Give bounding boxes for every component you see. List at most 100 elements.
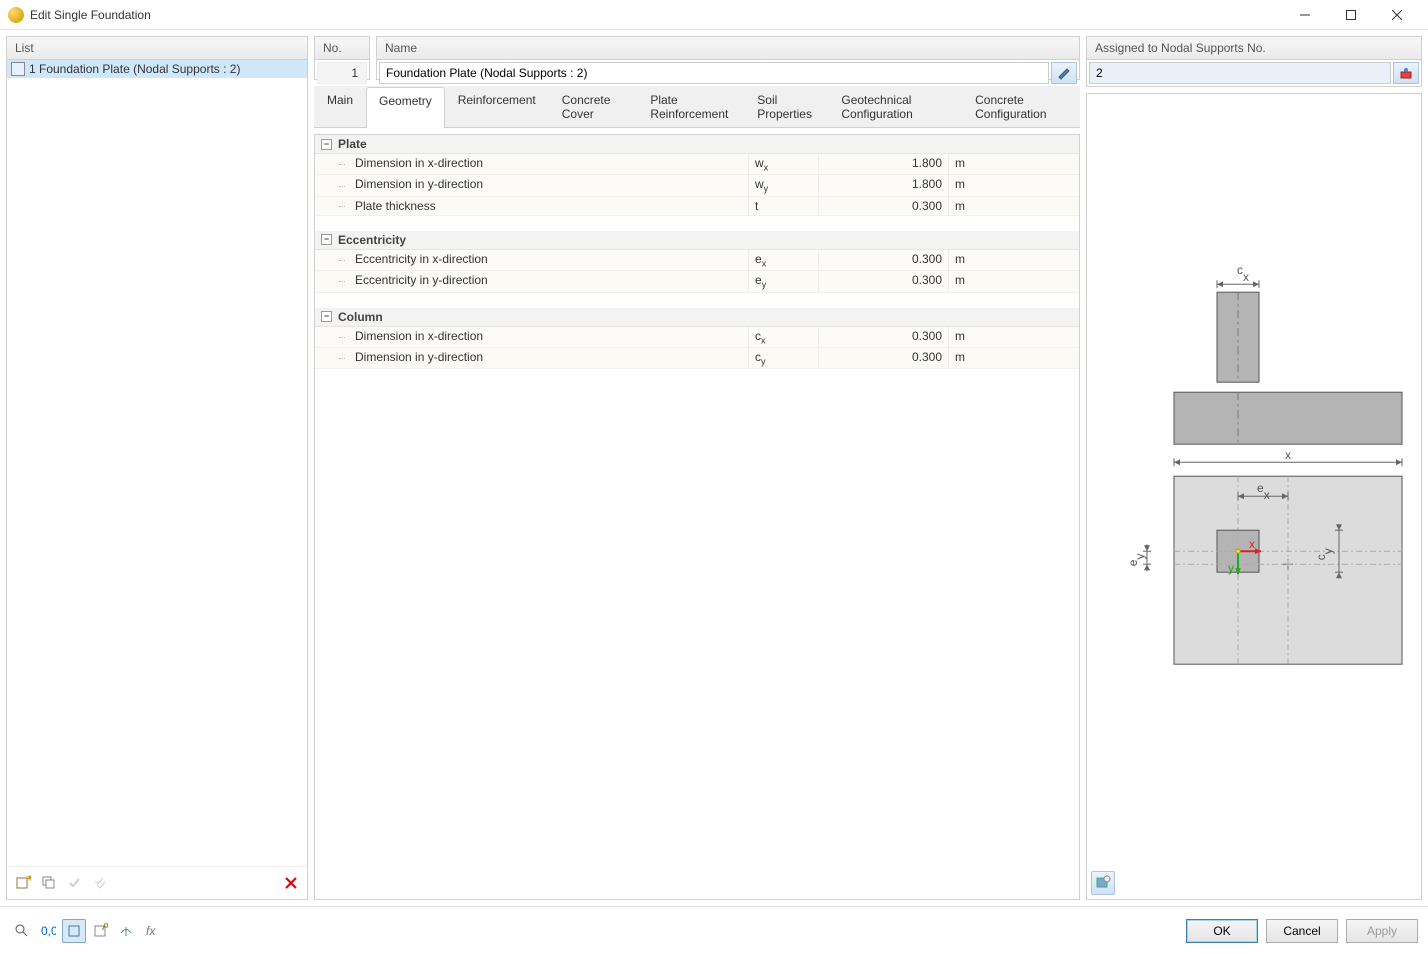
property-value[interactable]: 0.300 bbox=[819, 348, 949, 368]
property-symbol: ex bbox=[749, 250, 819, 270]
units-button[interactable]: 0,00 bbox=[36, 919, 60, 943]
property-label: Dimension in x-direction bbox=[315, 154, 749, 174]
property-unit: m bbox=[949, 327, 1079, 347]
property-value[interactable]: 1.800 bbox=[819, 154, 949, 174]
view-3-button[interactable] bbox=[114, 919, 138, 943]
svg-text:✶: ✶ bbox=[25, 875, 31, 885]
apply-button[interactable]: Apply bbox=[1346, 919, 1418, 943]
property-unit: m bbox=[949, 250, 1079, 270]
property-value[interactable]: 0.300 bbox=[819, 271, 949, 291]
maximize-button[interactable] bbox=[1328, 0, 1374, 30]
property-value[interactable]: 1.800 bbox=[819, 175, 949, 195]
list-item-icon bbox=[11, 62, 25, 76]
property-grid: −PlateDimension in x-directionwx1.800mDi… bbox=[314, 134, 1080, 900]
list-item-label: 1 Foundation Plate (Nodal Supports : 2) bbox=[29, 62, 240, 76]
list-panel: List 1 Foundation Plate (Nodal Supports … bbox=[6, 36, 308, 900]
list-toolbar: ✶ bbox=[7, 866, 307, 899]
no-value: 1 bbox=[317, 62, 367, 84]
group-header[interactable]: −Column bbox=[315, 308, 1079, 327]
app-icon bbox=[8, 7, 24, 23]
preview-settings-button[interactable] bbox=[1091, 871, 1115, 895]
group-header[interactable]: −Eccentricity bbox=[315, 231, 1079, 250]
property-value[interactable]: 0.300 bbox=[819, 250, 949, 270]
property-unit: m bbox=[949, 175, 1079, 195]
fx-button[interactable]: fx bbox=[140, 919, 164, 943]
property-row[interactable]: Eccentricity in y-directioney0.300m bbox=[315, 271, 1079, 292]
collapse-icon: − bbox=[321, 139, 332, 150]
new-button[interactable]: ✶ bbox=[11, 871, 35, 895]
name-input[interactable] bbox=[379, 62, 1049, 84]
view-1-button[interactable] bbox=[62, 919, 86, 943]
preview-panel: cx t x bbox=[1086, 93, 1422, 900]
copy-button[interactable] bbox=[37, 871, 61, 895]
group-title: Plate bbox=[338, 137, 367, 151]
svg-text:x: x bbox=[1249, 537, 1255, 551]
minimize-button[interactable] bbox=[1282, 0, 1328, 30]
tab-main[interactable]: Main bbox=[314, 86, 366, 127]
ok-button[interactable]: OK bbox=[1186, 919, 1258, 943]
property-row[interactable]: Plate thicknesst0.300m bbox=[315, 197, 1079, 216]
footer: 0,00 A fx OK Cancel Apply bbox=[0, 906, 1428, 954]
property-row[interactable]: Dimension in y-directioncy0.300m bbox=[315, 348, 1079, 369]
edit-name-button[interactable] bbox=[1051, 62, 1077, 84]
mid-panel: No. 1 Name Main Geometry Reinforcement C… bbox=[314, 36, 1080, 900]
property-symbol: t bbox=[749, 197, 819, 215]
property-row[interactable]: Eccentricity in x-directionex0.300m bbox=[315, 250, 1079, 271]
pick-supports-button[interactable] bbox=[1393, 62, 1419, 84]
tab-row: Main Geometry Reinforcement Concrete Cov… bbox=[314, 86, 1080, 128]
assigned-group: Assigned to Nodal Supports No. bbox=[1086, 36, 1422, 87]
property-unit: m bbox=[949, 154, 1079, 174]
collapse-icon: − bbox=[321, 234, 332, 245]
name-label: Name bbox=[377, 37, 1079, 60]
property-symbol: wy bbox=[749, 175, 819, 195]
property-label: Dimension in y-direction bbox=[315, 348, 749, 368]
property-label: Plate thickness bbox=[315, 197, 749, 215]
property-unit: m bbox=[949, 271, 1079, 291]
svg-text:x: x bbox=[1285, 448, 1291, 462]
property-value[interactable]: 0.300 bbox=[819, 197, 949, 215]
property-symbol: cy bbox=[749, 348, 819, 368]
assigned-label: Assigned to Nodal Supports No. bbox=[1087, 37, 1421, 60]
list-item[interactable]: 1 Foundation Plate (Nodal Supports : 2) bbox=[7, 60, 307, 78]
close-button[interactable] bbox=[1374, 0, 1420, 30]
foundation-diagram: cx t x bbox=[1099, 256, 1409, 686]
right-panel: Assigned to Nodal Supports No. cx bbox=[1086, 36, 1422, 900]
property-symbol: wx bbox=[749, 154, 819, 174]
svg-text:fx: fx bbox=[146, 924, 156, 938]
assigned-input[interactable] bbox=[1089, 62, 1391, 84]
property-value[interactable]: 0.300 bbox=[819, 327, 949, 347]
svg-text:y: y bbox=[1405, 568, 1409, 574]
tab-reinforcement[interactable]: Reinforcement bbox=[445, 86, 549, 127]
tab-concrete-cover[interactable]: Concrete Cover bbox=[549, 86, 638, 127]
svg-text:y: y bbox=[1228, 561, 1234, 575]
group-title: Column bbox=[338, 310, 383, 324]
property-unit: m bbox=[949, 197, 1079, 215]
list-body: 1 Foundation Plate (Nodal Supports : 2) bbox=[7, 60, 307, 866]
cancel-button[interactable]: Cancel bbox=[1266, 919, 1338, 943]
titlebar: Edit Single Foundation bbox=[0, 0, 1428, 30]
property-symbol: cx bbox=[749, 327, 819, 347]
svg-text:A: A bbox=[102, 923, 108, 933]
view-2-button[interactable]: A bbox=[88, 919, 112, 943]
tab-soil-properties[interactable]: Soil Properties bbox=[744, 86, 828, 127]
group-header[interactable]: −Plate bbox=[315, 135, 1079, 154]
svg-text:cx: cx bbox=[1237, 263, 1249, 284]
property-row[interactable]: Dimension in x-directionwx1.800m bbox=[315, 154, 1079, 175]
property-row[interactable]: Dimension in x-directioncx0.300m bbox=[315, 327, 1079, 348]
property-symbol: ey bbox=[749, 271, 819, 291]
check-button bbox=[63, 871, 87, 895]
svg-text:0,00: 0,00 bbox=[41, 924, 56, 938]
window-title: Edit Single Foundation bbox=[30, 8, 1282, 22]
tab-plate-reinforcement[interactable]: Plate Reinforcement bbox=[637, 86, 744, 127]
tab-geotechnical-config[interactable]: Geotechnical Configuration bbox=[828, 86, 962, 127]
delete-button[interactable] bbox=[279, 871, 303, 895]
no-label: No. bbox=[315, 37, 369, 60]
search-button[interactable] bbox=[10, 919, 34, 943]
property-label: Eccentricity in x-direction bbox=[315, 250, 749, 270]
check-all-button bbox=[89, 871, 113, 895]
no-group: No. 1 bbox=[314, 36, 370, 80]
property-row[interactable]: Dimension in y-directionwy1.800m bbox=[315, 175, 1079, 196]
tab-concrete-config[interactable]: Concrete Configuration bbox=[962, 86, 1080, 127]
tab-geometry[interactable]: Geometry bbox=[366, 87, 445, 128]
property-label: Dimension in y-direction bbox=[315, 175, 749, 195]
